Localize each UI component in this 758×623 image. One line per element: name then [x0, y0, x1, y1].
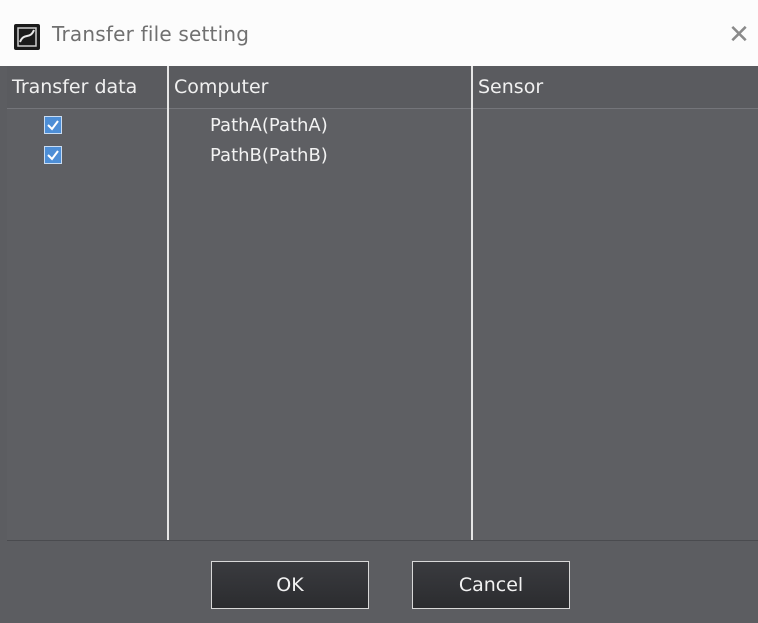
computer-path-a: PathA(PathA): [210, 115, 328, 136]
title-bar: Transfer file setting ✕: [0, 0, 758, 66]
computer-path-b: PathB(PathB): [210, 145, 328, 166]
footer-separator: [7, 540, 758, 541]
table-header: Transfer data Computer Sensor: [7, 66, 758, 109]
column-header-transfer-data[interactable]: Transfer data: [7, 66, 167, 108]
ok-button[interactable]: OK: [211, 561, 369, 609]
column-header-computer[interactable]: Computer: [169, 66, 471, 108]
table-row[interactable]: PathA(PathA): [7, 112, 758, 140]
table-row[interactable]: PathB(PathB): [7, 142, 758, 170]
dialog-body: Transfer data Computer Sensor PathA(Path…: [0, 66, 758, 623]
transfer-table: Transfer data Computer Sensor PathA(Path…: [7, 66, 758, 540]
close-button[interactable]: ✕: [724, 20, 754, 50]
transfer-checkbox-pathb[interactable]: [44, 146, 62, 164]
close-icon: ✕: [728, 20, 750, 50]
checkmark-icon: [47, 150, 59, 161]
app-icon: [14, 24, 40, 50]
column-header-sensor[interactable]: Sensor: [473, 66, 758, 108]
cancel-button[interactable]: Cancel: [412, 561, 570, 609]
dialog-title: Transfer file setting: [52, 22, 250, 46]
transfer-checkbox-patha[interactable]: [44, 116, 62, 134]
checkmark-icon: [47, 120, 59, 131]
